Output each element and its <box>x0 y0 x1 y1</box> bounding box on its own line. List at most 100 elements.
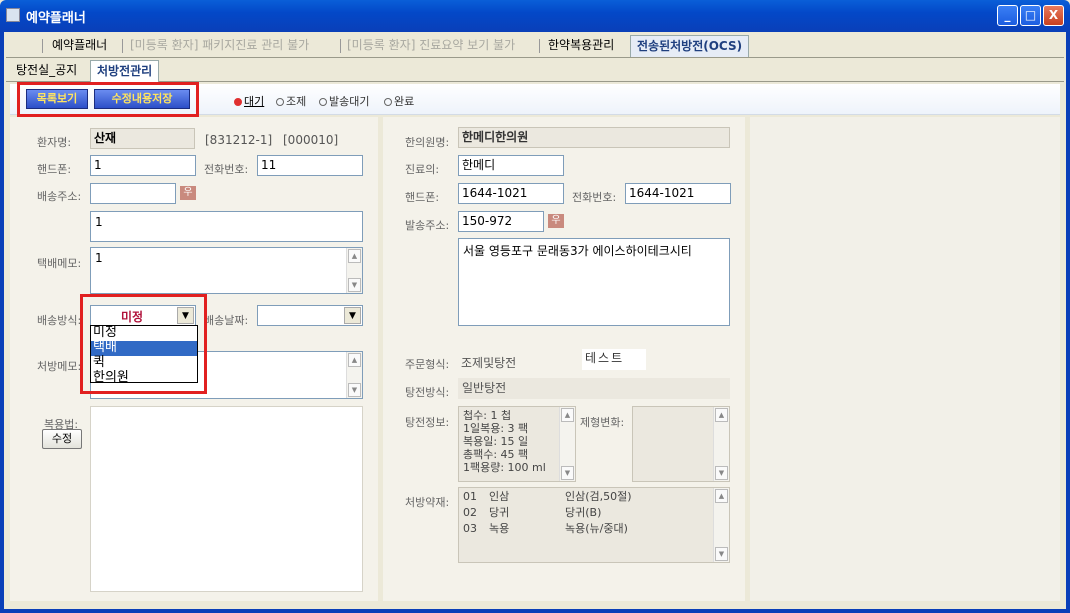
delivery-address-detail[interactable]: 1 <box>90 211 363 242</box>
scrollbar[interactable]: ▲ ▼ <box>713 488 729 562</box>
decoction-info-field: 첩수: 1 첩 1일복용: 3 팩 복용일: 15 일 총팩수: 45 팩 1팩… <box>458 406 576 482</box>
side-panel <box>750 117 1060 601</box>
delivery-memo-text: 1 <box>95 251 103 265</box>
scroll-up-icon[interactable]: ▲ <box>348 249 361 263</box>
scroll-down-icon[interactable]: ▼ <box>715 547 728 561</box>
send-address-label: 발송주소: <box>405 219 450 232</box>
herb-detail: 당귀(B) <box>565 506 602 519</box>
form-change-field: ▲ ▼ <box>632 406 730 482</box>
patient-code-1: [831212-1] <box>205 133 273 147</box>
radio-awaiting-shipment[interactable]: 발송대기 <box>319 93 369 109</box>
clinic-mobile-label: 핸드폰: <box>405 191 440 204</box>
delivery-memo-label: 택배메모: <box>37 257 82 270</box>
radio-dot-icon <box>276 98 284 106</box>
scroll-down-icon[interactable]: ▼ <box>348 383 361 397</box>
herb-name: 녹용 <box>489 522 510 535</box>
herbs-list: 01 인삼 인삼(검,50절) 02 당귀 당귀(B) 03 녹용 녹용(뉴/중… <box>458 487 730 563</box>
herb-row: 03 녹용 녹용(뉴/중대) <box>463 522 725 538</box>
delivery-memo-field[interactable]: 1 ▲ ▼ <box>90 247 363 294</box>
patient-code-2: [000010] <box>283 133 339 147</box>
tab-prescription-management[interactable]: 처방전관리 <box>90 60 160 82</box>
mobile-label: 핸드폰: <box>37 163 72 176</box>
decoction-info-line: 총팩수: 45 팩 <box>463 448 529 461</box>
tab-divider <box>340 39 341 53</box>
radio-dot-icon <box>319 98 327 106</box>
order-type-label: 주문형식: <box>405 358 450 371</box>
radio-completed[interactable]: 완료 <box>384 93 414 109</box>
delivery-date-label: 배송날짜: <box>204 314 249 327</box>
tab-divider <box>539 39 540 53</box>
scroll-up-icon[interactable]: ▲ <box>715 408 728 422</box>
form-change-label: 제형변화: <box>580 416 625 429</box>
tab-decoction-notice[interactable]: 탕전실_공지 <box>10 60 83 82</box>
zip-search-button[interactable]: 우 <box>548 214 564 228</box>
decoction-method-label: 탕전방식: <box>405 386 450 399</box>
scrollbar[interactable]: ▲ ▼ <box>346 248 362 293</box>
scrollbar[interactable]: ▲ ▼ <box>713 407 729 481</box>
clinic-mobile-field[interactable]: 1644-1021 <box>458 183 564 204</box>
mobile-field[interactable]: 1 <box>90 155 196 176</box>
decoction-info-line: 첩수: 1 첩 <box>463 409 512 422</box>
herb-name: 인삼 <box>489 490 510 503</box>
clinic-name-label: 한의원명: <box>405 136 450 149</box>
radio-dot-icon <box>234 98 242 106</box>
tab-package-care[interactable]: [미등록 환자] 패키지진료 관리 불가 <box>130 35 309 57</box>
dosage-field[interactable] <box>90 406 363 592</box>
app-icon <box>6 8 20 22</box>
delivery-address-label: 배송주소: <box>37 190 82 203</box>
herbs-label: 처방약재: <box>405 496 450 509</box>
scroll-down-icon[interactable]: ▼ <box>715 466 728 480</box>
scroll-down-icon[interactable]: ▼ <box>348 278 361 292</box>
doctor-label: 진료의: <box>405 163 440 176</box>
phone-field[interactable]: 11 <box>257 155 363 176</box>
window-title: 예약플래너 <box>26 11 86 26</box>
herb-detail: 인삼(검,50절) <box>565 490 632 503</box>
scrollbar[interactable]: ▲ ▼ <box>346 352 362 398</box>
tab-care-summary[interactable]: [미등록 환자] 진료요약 보기 불가 <box>347 35 515 57</box>
chevron-down-icon[interactable]: ▼ <box>344 307 361 324</box>
decoction-info-line: 복용일: 15 일 <box>463 435 529 448</box>
scroll-up-icon[interactable]: ▲ <box>561 408 574 422</box>
highlight-box <box>17 82 199 117</box>
tab-divider <box>42 39 43 53</box>
doctor-field[interactable]: 한메디 <box>458 155 564 176</box>
tab-sent-prescriptions[interactable]: 전송된처방전(OCS) <box>630 35 750 57</box>
send-address-detail[interactable]: 서울 영등포구 문래동3가 에이스하이테크시티 <box>458 238 730 326</box>
patient-name-field: 산재 <box>90 128 195 149</box>
tab-herbal-medication[interactable]: 한약복용관리 <box>548 35 614 57</box>
clinic-phone-field[interactable]: 1644-1021 <box>625 183 731 204</box>
title-bar: 예약플래너 _ □ X <box>0 0 1070 32</box>
highlight-box <box>80 294 207 394</box>
close-button[interactable]: X <box>1043 5 1064 26</box>
radio-dot-icon <box>384 98 392 106</box>
edit-button[interactable]: 수정 <box>42 429 82 449</box>
delivery-date-select[interactable]: ▼ <box>257 305 363 326</box>
phone-label: 전화번호: <box>204 163 249 176</box>
tab-divider <box>122 39 123 53</box>
scroll-down-icon[interactable]: ▼ <box>561 466 574 480</box>
scroll-up-icon[interactable]: ▲ <box>348 353 361 367</box>
herb-detail: 녹용(뉴/중대) <box>565 522 628 535</box>
herb-row: 01 인삼 인삼(검,50절) <box>463 490 725 506</box>
decoction-info-line: 1팩용량: 100 ml <box>463 461 546 474</box>
clinic-name-field: 한메디한의원 <box>458 127 730 148</box>
rx-memo-label: 처방메모: <box>37 360 82 373</box>
zip-search-button[interactable]: 우 <box>180 186 196 200</box>
herb-no: 01 <box>463 490 477 503</box>
sub-tab-bar: 탕전실_공지 처방전관리 <box>6 60 1064 82</box>
delivery-method-label: 배송방식: <box>37 314 82 327</box>
minimize-button[interactable]: _ <box>997 5 1018 26</box>
patient-name-label: 환자명: <box>37 136 72 149</box>
decoction-method-field: 일반탕전 <box>458 378 730 399</box>
herb-row: 02 당귀 당귀(B) <box>463 506 725 522</box>
radio-waiting[interactable]: 대기 <box>234 93 264 109</box>
top-tab-bar: 예약플래너 [미등록 환자] 패키지진료 관리 불가 [미등록 환자] 진료요약… <box>6 34 1064 58</box>
maximize-button[interactable]: □ <box>1020 5 1041 26</box>
delivery-zip-field[interactable] <box>90 183 176 204</box>
tab-reservation-planner[interactable]: 예약플래너 <box>52 35 107 57</box>
radio-preparing[interactable]: 조제 <box>276 93 306 109</box>
scrollbar[interactable]: ▲ ▼ <box>559 407 575 481</box>
order-note-field[interactable]: 테스트 <box>582 349 646 370</box>
scroll-up-icon[interactable]: ▲ <box>715 489 728 503</box>
send-zip-field[interactable]: 150-972 <box>458 211 544 232</box>
